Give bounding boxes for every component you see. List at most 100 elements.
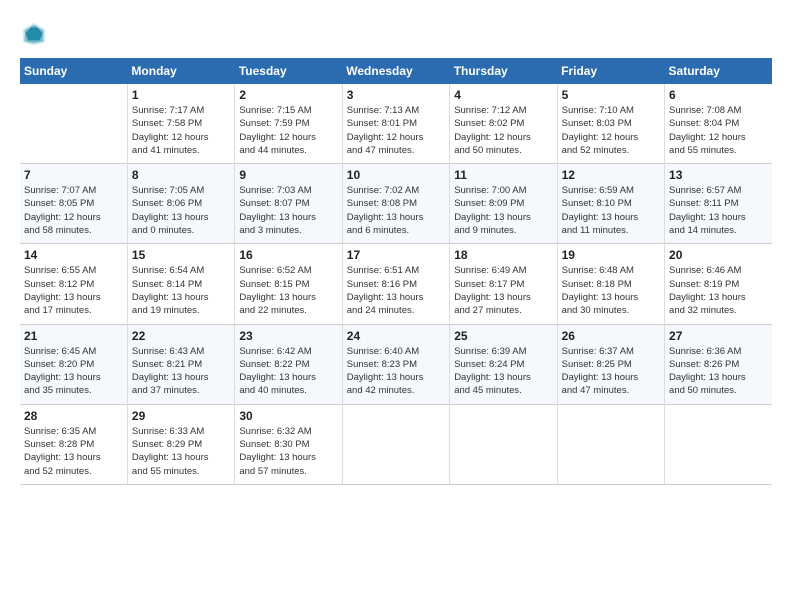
day-info: Sunrise: 6:51 AM Sunset: 8:16 PM Dayligh…	[347, 264, 445, 317]
day-info: Sunrise: 6:45 AM Sunset: 8:20 PM Dayligh…	[24, 345, 123, 398]
week-row: 28Sunrise: 6:35 AM Sunset: 8:28 PM Dayli…	[20, 404, 772, 484]
day-info: Sunrise: 6:46 AM Sunset: 8:19 PM Dayligh…	[669, 264, 768, 317]
day-cell: 4 Sunrise: 7:12 AM Sunset: 8:02 PM Daylig…	[450, 84, 557, 164]
day-cell: 12Sunrise: 6:59 AM Sunset: 8:10 PM Dayli…	[557, 164, 664, 244]
day-cell: 7 Sunrise: 7:07 AM Sunset: 8:05 PM Daylig…	[20, 164, 127, 244]
day-cell: 27Sunrise: 6:36 AM Sunset: 8:26 PM Dayli…	[665, 324, 772, 404]
day-cell	[665, 404, 772, 484]
day-cell: 6Sunrise: 7:08 AM Sunset: 8:04 PM Daylig…	[665, 84, 772, 164]
day-cell: 14 Sunrise: 6:55 AM Sunset: 8:12 PM Dayli…	[20, 244, 127, 324]
day-cell: 1 Sunrise: 7:17 AM Sunset: 7:58 PM Daylig…	[127, 84, 234, 164]
col-header-wednesday: Wednesday	[342, 58, 449, 84]
day-number: 8	[132, 168, 230, 182]
day-info: Sunrise: 6:40 AM Sunset: 8:23 PM Dayligh…	[347, 345, 445, 398]
week-row: 7 Sunrise: 7:07 AM Sunset: 8:05 PM Daylig…	[20, 164, 772, 244]
header-row: SundayMondayTuesdayWednesdayThursdayFrid…	[20, 58, 772, 84]
day-info: Sunrise: 7:13 AM Sunset: 8:01 PM Dayligh…	[347, 104, 445, 157]
logo	[20, 20, 50, 48]
day-number: 2	[239, 88, 337, 102]
week-row: 1 Sunrise: 7:17 AM Sunset: 7:58 PM Daylig…	[20, 84, 772, 164]
day-number: 14	[24, 248, 123, 262]
day-cell: 25 Sunrise: 6:39 AM Sunset: 8:24 PM Dayli…	[450, 324, 557, 404]
calendar-body: 1 Sunrise: 7:17 AM Sunset: 7:58 PM Daylig…	[20, 84, 772, 484]
day-cell	[342, 404, 449, 484]
day-info: Sunrise: 7:07 AM Sunset: 8:05 PM Dayligh…	[24, 184, 123, 237]
day-info: Sunrise: 6:59 AM Sunset: 8:10 PM Dayligh…	[562, 184, 660, 237]
calendar-header: SundayMondayTuesdayWednesdayThursdayFrid…	[20, 58, 772, 84]
day-cell: 30Sunrise: 6:32 AM Sunset: 8:30 PM Dayli…	[235, 404, 342, 484]
day-number: 24	[347, 329, 445, 343]
day-number: 28	[24, 409, 123, 423]
day-number: 21	[24, 329, 123, 343]
day-info: Sunrise: 6:52 AM Sunset: 8:15 PM Dayligh…	[239, 264, 337, 317]
col-header-thursday: Thursday	[450, 58, 557, 84]
day-number: 15	[132, 248, 230, 262]
week-row: 14 Sunrise: 6:55 AM Sunset: 8:12 PM Dayli…	[20, 244, 772, 324]
day-info: Sunrise: 7:17 AM Sunset: 7:58 PM Dayligh…	[132, 104, 230, 157]
calendar-table: SundayMondayTuesdayWednesdayThursdayFrid…	[20, 58, 772, 485]
day-number: 19	[562, 248, 660, 262]
day-cell: 9Sunrise: 7:03 AM Sunset: 8:07 PM Daylig…	[235, 164, 342, 244]
day-cell: 19Sunrise: 6:48 AM Sunset: 8:18 PM Dayli…	[557, 244, 664, 324]
day-number: 29	[132, 409, 230, 423]
day-number: 30	[239, 409, 337, 423]
day-cell: 23 Sunrise: 6:42 AM Sunset: 8:22 PM Dayli…	[235, 324, 342, 404]
day-cell: 26 Sunrise: 6:37 AM Sunset: 8:25 PM Dayli…	[557, 324, 664, 404]
day-info: Sunrise: 6:39 AM Sunset: 8:24 PM Dayligh…	[454, 345, 552, 398]
day-info: Sunrise: 6:42 AM Sunset: 8:22 PM Dayligh…	[239, 345, 337, 398]
day-number: 17	[347, 248, 445, 262]
day-cell: 17 Sunrise: 6:51 AM Sunset: 8:16 PM Dayli…	[342, 244, 449, 324]
day-info: Sunrise: 7:15 AM Sunset: 7:59 PM Dayligh…	[239, 104, 337, 157]
day-number: 3	[347, 88, 445, 102]
col-header-friday: Friday	[557, 58, 664, 84]
day-info: Sunrise: 7:02 AM Sunset: 8:08 PM Dayligh…	[347, 184, 445, 237]
day-cell: 20 Sunrise: 6:46 AM Sunset: 8:19 PM Dayli…	[665, 244, 772, 324]
day-info: Sunrise: 6:49 AM Sunset: 8:17 PM Dayligh…	[454, 264, 552, 317]
day-info: Sunrise: 6:33 AM Sunset: 8:29 PM Dayligh…	[132, 425, 230, 478]
day-cell: 22Sunrise: 6:43 AM Sunset: 8:21 PM Dayli…	[127, 324, 234, 404]
day-info: Sunrise: 6:43 AM Sunset: 8:21 PM Dayligh…	[132, 345, 230, 398]
day-cell: 18 Sunrise: 6:49 AM Sunset: 8:17 PM Dayli…	[450, 244, 557, 324]
day-cell	[20, 84, 127, 164]
day-info: Sunrise: 7:05 AM Sunset: 8:06 PM Dayligh…	[132, 184, 230, 237]
col-header-monday: Monday	[127, 58, 234, 84]
day-cell: 15 Sunrise: 6:54 AM Sunset: 8:14 PM Dayli…	[127, 244, 234, 324]
day-cell: 2 Sunrise: 7:15 AM Sunset: 7:59 PM Daylig…	[235, 84, 342, 164]
day-cell	[557, 404, 664, 484]
day-cell: 16 Sunrise: 6:52 AM Sunset: 8:15 PM Dayli…	[235, 244, 342, 324]
day-number: 5	[562, 88, 660, 102]
day-info: Sunrise: 7:03 AM Sunset: 8:07 PM Dayligh…	[239, 184, 337, 237]
day-number: 7	[24, 168, 123, 182]
day-info: Sunrise: 6:55 AM Sunset: 8:12 PM Dayligh…	[24, 264, 123, 317]
day-info: Sunrise: 7:12 AM Sunset: 8:02 PM Dayligh…	[454, 104, 552, 157]
day-number: 1	[132, 88, 230, 102]
day-cell: 28Sunrise: 6:35 AM Sunset: 8:28 PM Dayli…	[20, 404, 127, 484]
day-number: 25	[454, 329, 552, 343]
day-cell: 3 Sunrise: 7:13 AM Sunset: 8:01 PM Daylig…	[342, 84, 449, 164]
day-number: 18	[454, 248, 552, 262]
day-cell: 13 Sunrise: 6:57 AM Sunset: 8:11 PM Dayli…	[665, 164, 772, 244]
day-info: Sunrise: 6:37 AM Sunset: 8:25 PM Dayligh…	[562, 345, 660, 398]
day-cell: 5 Sunrise: 7:10 AM Sunset: 8:03 PM Daylig…	[557, 84, 664, 164]
day-number: 6	[669, 88, 768, 102]
day-number: 20	[669, 248, 768, 262]
day-number: 16	[239, 248, 337, 262]
day-cell: 24 Sunrise: 6:40 AM Sunset: 8:23 PM Dayli…	[342, 324, 449, 404]
day-number: 4	[454, 88, 552, 102]
day-number: 13	[669, 168, 768, 182]
day-cell: 10 Sunrise: 7:02 AM Sunset: 8:08 PM Dayli…	[342, 164, 449, 244]
day-info: Sunrise: 7:10 AM Sunset: 8:03 PM Dayligh…	[562, 104, 660, 157]
day-number: 23	[239, 329, 337, 343]
week-row: 21 Sunrise: 6:45 AM Sunset: 8:20 PM Dayli…	[20, 324, 772, 404]
col-header-saturday: Saturday	[665, 58, 772, 84]
day-info: Sunrise: 6:57 AM Sunset: 8:11 PM Dayligh…	[669, 184, 768, 237]
day-cell: 29 Sunrise: 6:33 AM Sunset: 8:29 PM Dayli…	[127, 404, 234, 484]
page-header	[20, 20, 772, 48]
day-info: Sunrise: 6:36 AM Sunset: 8:26 PM Dayligh…	[669, 345, 768, 398]
day-cell: 8 Sunrise: 7:05 AM Sunset: 8:06 PM Daylig…	[127, 164, 234, 244]
day-info: Sunrise: 6:54 AM Sunset: 8:14 PM Dayligh…	[132, 264, 230, 317]
day-number: 10	[347, 168, 445, 182]
day-number: 26	[562, 329, 660, 343]
day-number: 11	[454, 168, 552, 182]
logo-icon	[20, 20, 48, 48]
